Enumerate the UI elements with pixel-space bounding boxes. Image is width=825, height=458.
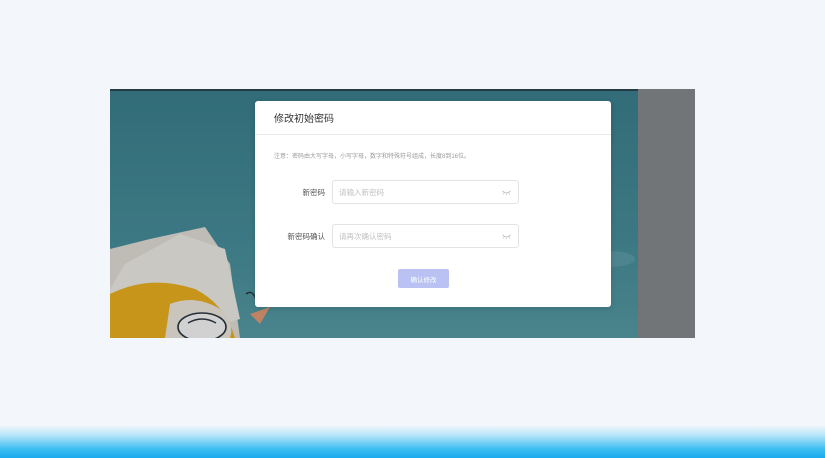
confirm-password-field[interactable]: [332, 224, 519, 248]
new-password-field[interactable]: [332, 180, 519, 204]
confirm-password-row: 新密码确认: [255, 224, 611, 248]
confirm-password-label: 新密码确认: [287, 231, 326, 241]
dialog-header: 修改初始密码: [255, 101, 611, 135]
dialog-title: 修改初始密码: [274, 114, 334, 125]
new-password-label: 新密码: [302, 187, 326, 197]
bottom-gradient-bar: [0, 425, 825, 458]
confirm-password-input[interactable]: [339, 231, 501, 241]
eye-closed-icon[interactable]: [501, 188, 512, 196]
password-rule-notice: 注意：密码由大写字母，小写字母，数字和特殊符号组成，长度8到16位。: [274, 154, 471, 160]
confirm-change-button[interactable]: 确认修改: [398, 269, 449, 288]
change-password-dialog: 修改初始密码 注意：密码由大写字母，小写字母，数字和特殊符号组成，长度8到16位…: [255, 101, 611, 307]
new-password-row: 新密码: [255, 180, 611, 204]
new-password-input[interactable]: [339, 187, 501, 197]
eye-closed-icon[interactable]: [501, 232, 512, 240]
